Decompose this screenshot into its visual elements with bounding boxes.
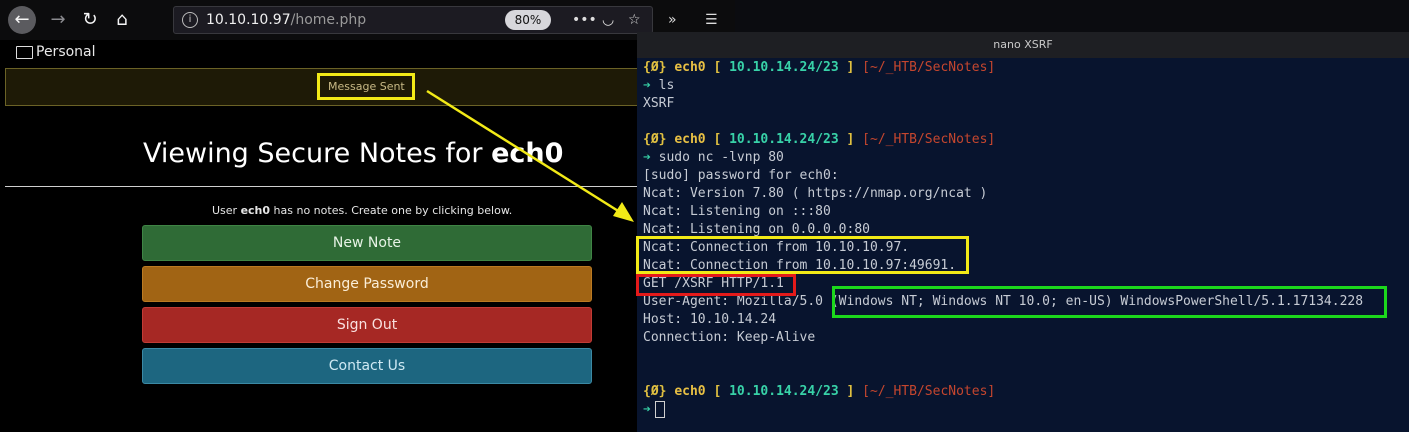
command-line-1: ➔ ls <box>643 78 674 93</box>
hamburger-menu-icon[interactable]: ☰ <box>705 10 718 30</box>
url-host: 10.10.10.97 <box>206 12 291 28</box>
prompt-symbol: {Ø} <box>643 132 667 147</box>
page-title-prefix: Viewing Secure Notes for <box>143 138 483 169</box>
terminal-titlebar: nano XSRF <box>637 32 1409 58</box>
command-line-2: ➔ sudo nc -lvnp 80 <box>643 150 784 165</box>
no-notes-user: ech0 <box>240 204 271 217</box>
pocket-icon[interactable]: ◡ <box>602 10 614 30</box>
browser-toolbar: ← → ↻ ⌂ i 10.10.10.97/home.php 80% ••• ◡… <box>0 0 735 40</box>
terminal-cursor[interactable] <box>655 401 665 418</box>
change-password-button[interactable]: Change Password <box>142 266 592 302</box>
bookmarks-bar <box>0 40 640 64</box>
prompt-arrow-icon: ➔ <box>643 150 651 165</box>
output-line: Host: 10.10.14.24 <box>643 312 777 327</box>
output-line: Ncat: Listening on :::80 <box>643 204 831 219</box>
prompt-arrow-icon: ➔ <box>643 402 651 417</box>
no-notes-suffix: has no notes. Create one by clicking bel… <box>273 204 513 217</box>
prompt-symbol: {Ø} <box>643 384 667 399</box>
info-icon[interactable]: i <box>182 12 198 28</box>
prompt-bracket: ] <box>846 132 855 147</box>
prompt-bracket: ] <box>846 384 855 399</box>
get-request-highlight-box <box>636 274 796 296</box>
command-text: ls <box>658 78 675 93</box>
prompt-line-2: {Ø} ech0 [ 10.10.14.24/23 ] [~/_HTB/SecN… <box>643 132 995 147</box>
sign-out-button[interactable]: Sign Out <box>142 307 592 343</box>
prompt-symbol: {Ø} <box>643 60 667 75</box>
contact-us-button[interactable]: Contact Us <box>142 348 592 384</box>
connection-highlight-box <box>636 236 969 274</box>
no-notes-message: User ech0 has no notes. Create one by cl… <box>212 204 512 217</box>
folder-icon[interactable] <box>16 46 33 59</box>
command-text: sudo nc -lvnp 80 <box>658 150 784 165</box>
terminal-title: nano XSRF <box>993 38 1053 51</box>
prompt-user: ech0 <box>674 384 706 399</box>
prompt-ip: 10.10.14.24/23 <box>729 384 839 399</box>
prompt-ip: 10.10.14.24/23 <box>729 132 839 147</box>
url-text[interactable]: 10.10.10.97/home.php <box>206 12 366 28</box>
prompt-path: [~/_HTB/SecNotes] <box>862 384 996 399</box>
new-note-button[interactable]: New Note <box>142 225 592 261</box>
zoom-indicator[interactable]: 80% <box>505 10 551 30</box>
prompt-path: [~/_HTB/SecNotes] <box>862 132 996 147</box>
prompt-bracket: [ <box>713 60 722 75</box>
prompt-line-3: {Ø} ech0 [ 10.10.14.24/23 ] [~/_HTB/SecN… <box>643 384 995 399</box>
url-path: /home.php <box>290 12 367 28</box>
page-title: Viewing Secure Notes for ech0 <box>143 138 563 169</box>
command-line-3: ➔ <box>643 402 651 417</box>
back-icon[interactable]: ← <box>8 6 36 34</box>
page-actions-icon[interactable]: ••• <box>572 10 597 30</box>
prompt-arrow-icon: ➔ <box>643 78 651 93</box>
prompt-user: ech0 <box>674 132 706 147</box>
prompt-user: ech0 <box>674 60 706 75</box>
output-line: Connection: Keep-Alive <box>643 330 816 345</box>
overflow-icon[interactable]: » <box>668 10 677 30</box>
alert-highlight-box <box>317 73 415 100</box>
prompt-path: [~/_HTB/SecNotes] <box>862 60 996 75</box>
output-line: Ncat: Version 7.80 ( https://nmap.org/nc… <box>643 186 988 201</box>
output-line: XSRF <box>643 96 675 111</box>
prompt-bracket: [ <box>713 384 722 399</box>
browser-window: ← → ↻ ⌂ i 10.10.10.97/home.php 80% ••• ◡… <box>0 0 735 432</box>
page-title-user: ech0 <box>491 138 564 169</box>
reload-icon[interactable]: ↻ <box>76 6 104 34</box>
title-divider <box>5 186 640 187</box>
prompt-bracket: [ <box>713 132 722 147</box>
prompt-ip: 10.10.14.24/23 <box>729 60 839 75</box>
output-line: Ncat: Listening on 0.0.0.0:80 <box>643 222 870 237</box>
prompt-line-1: {Ø} ech0 [ 10.10.14.24/23 ] [~/_HTB/SecN… <box>643 60 995 75</box>
output-line: [sudo] password for ech0: <box>643 168 839 183</box>
forward-icon[interactable]: → <box>44 6 72 34</box>
prompt-bracket: ] <box>846 60 855 75</box>
home-icon[interactable]: ⌂ <box>108 6 136 34</box>
bookmark-folder-personal[interactable]: Personal <box>36 44 96 60</box>
star-icon[interactable]: ☆ <box>628 10 641 30</box>
user-agent-highlight-box <box>832 286 1387 318</box>
no-notes-prefix: User <box>212 204 238 217</box>
